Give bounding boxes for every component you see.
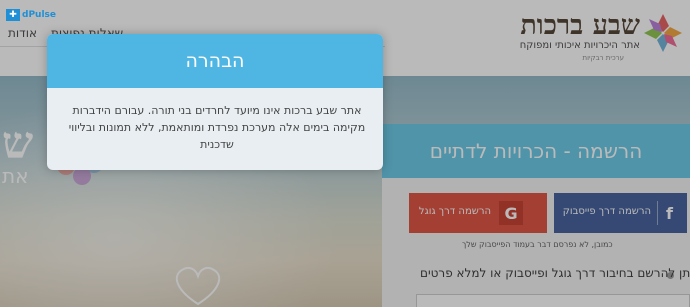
disclaimer-modal: הבהרה אתר שבע ברכות אינו מיועד לחרדים בנ… [47, 34, 383, 170]
modal-body: אתר שבע ברכות אינו מיועד לחרדים בני תורה… [68, 104, 366, 151]
watermark: ✚ dPulse [6, 9, 56, 21]
modal-title: הבהרה [47, 34, 383, 88]
watermark-logo-icon: ✚ [6, 9, 20, 21]
page: שאלות נפוצות אודות שבע ברכות אתר היכרויו… [0, 0, 690, 307]
watermark-text: dPulse [22, 10, 56, 20]
